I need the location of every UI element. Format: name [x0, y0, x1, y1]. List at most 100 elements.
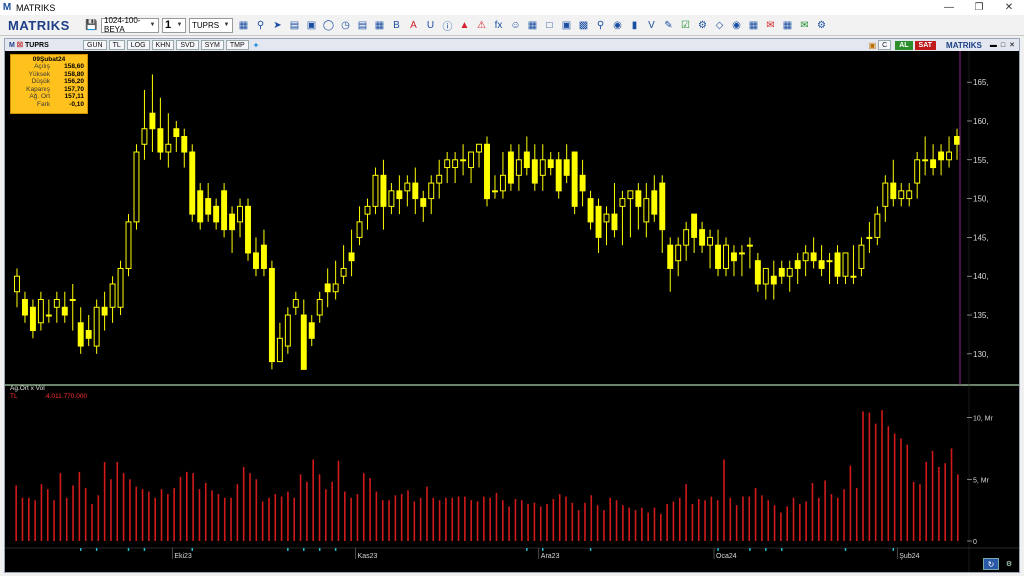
users-icon[interactable]: ☺: [508, 18, 523, 33]
chart-tab-tl[interactable]: TL: [108, 40, 125, 50]
edit-icon[interactable]: ✎: [661, 18, 676, 33]
maximize-chart-icon[interactable]: □: [1001, 42, 1005, 49]
layout-select[interactable]: 1024-100-BEYA ▼: [101, 16, 159, 34]
check-icon[interactable]: ☑: [678, 18, 693, 33]
minimize-chart-icon[interactable]: ▬: [990, 42, 997, 49]
candle-body: [181, 136, 188, 153]
clock-icon[interactable]: ◷: [338, 18, 353, 33]
candle-body: [603, 213, 610, 223]
candle-body: [221, 190, 228, 231]
order-icon[interactable]: ▮: [627, 18, 642, 33]
gear-icon[interactable]: ⚙: [814, 18, 829, 33]
chart-tab-khn[interactable]: KHN: [151, 40, 175, 50]
network-icon[interactable]: ◇: [712, 18, 727, 33]
calc-icon[interactable]: ▦: [780, 18, 795, 33]
image-icon[interactable]: ▦: [746, 18, 761, 33]
page-select-value: 1: [165, 19, 172, 31]
window-titlebar: M MATRIKS — ❐ ✕: [0, 0, 1024, 15]
calendar-icon[interactable]: ▦: [525, 18, 540, 33]
candle-body: [197, 190, 204, 223]
candle-body: [260, 244, 267, 269]
info-value: 157,70: [64, 85, 84, 93]
chart-tab-log[interactable]: LOG: [126, 40, 150, 50]
candle-body: [738, 252, 745, 255]
close-chart-window-icon[interactable]: ✕: [1009, 41, 1015, 49]
alert-icon[interactable]: ⚠: [474, 18, 489, 33]
search-icon[interactable]: ⚲: [593, 18, 608, 33]
window-icon[interactable]: □: [542, 18, 557, 33]
candle-body: [499, 174, 506, 192]
monitor-icon[interactable]: ▣: [304, 18, 319, 33]
info-icon[interactable]: ⓘ: [440, 18, 455, 33]
link-icon[interactable]: ↻: [983, 558, 999, 570]
info-row: Yüksek 158,80: [14, 71, 84, 79]
close-chart-icon[interactable]: ☒: [17, 42, 23, 49]
candle-body: [444, 159, 451, 169]
candle-body: [882, 182, 889, 207]
candle-body: [906, 190, 913, 200]
candle-body: [802, 252, 809, 262]
chart-window-icon: M: [9, 42, 15, 49]
candle-body: [547, 159, 554, 169]
money-icon[interactable]: ◉: [610, 18, 625, 33]
candle-body: [452, 159, 459, 169]
formula-icon[interactable]: fx: [491, 18, 506, 33]
save-icon[interactable]: ▦: [236, 18, 251, 33]
volume-icon[interactable]: V: [644, 18, 659, 33]
info-key: Ağ. Ort: [29, 93, 50, 101]
info-key: Düşük: [31, 78, 50, 86]
cursor-icon[interactable]: ➤: [270, 18, 285, 33]
news-icon[interactable]: ▤: [355, 18, 370, 33]
settings-icon[interactable]: ⚙: [695, 18, 710, 33]
candle-body: [858, 244, 865, 269]
candle-body: [149, 112, 156, 130]
chart-tab-tmp[interactable]: TMP: [225, 40, 249, 50]
lock-icon[interactable]: ▣: [869, 41, 877, 50]
candle-body: [340, 267, 347, 277]
chart-tab-svd[interactable]: SVD: [176, 40, 199, 50]
buy-button[interactable]: AL: [895, 40, 913, 50]
bold-icon[interactable]: B: [389, 18, 404, 33]
candle-body: [141, 128, 148, 145]
book-icon[interactable]: ▣: [559, 18, 574, 33]
chart-tab-sym[interactable]: SYM: [200, 40, 224, 50]
zoom-icon[interactable]: ⚲: [253, 18, 268, 33]
chart-plot-area[interactable]: 165, 160, 155, 150, 145, 140, 135, 130, 10, Mr 5,…: [5, 51, 1019, 572]
settings-small-icon[interactable]: ⚙: [1003, 559, 1015, 569]
price-axis-label: 155,: [973, 156, 989, 165]
candle-body: [946, 151, 953, 161]
candle-body: [14, 275, 20, 293]
eye-icon[interactable]: ◉: [729, 18, 744, 33]
mail-icon[interactable]: ✉: [763, 18, 778, 33]
info-rows: Açılış 158,60 Yüksek 158,80 Düşük 156,20 Kapan…: [14, 63, 84, 109]
chat-icon[interactable]: ✉: [797, 18, 812, 33]
underline-icon[interactable]: U: [423, 18, 438, 33]
candle-body: [45, 314, 52, 317]
candle-body: [571, 151, 578, 207]
symbol-select[interactable]: TUPRS ▼: [189, 17, 233, 33]
chart-tab-gun[interactable]: GUN: [83, 40, 107, 50]
candle-body: [388, 190, 395, 207]
copy-icon[interactable]: ▩: [576, 18, 591, 33]
text-icon[interactable]: A: [406, 18, 421, 33]
c-button[interactable]: C: [878, 40, 892, 50]
candle-body: [523, 151, 530, 169]
minimize-icon[interactable]: —: [934, 0, 964, 15]
chart-icon[interactable]: ▲: [457, 18, 472, 33]
page-select[interactable]: 1 ▼: [162, 17, 186, 33]
candle-body: [826, 260, 833, 263]
circle-icon[interactable]: ◯: [321, 18, 336, 33]
info-value: 158,80: [64, 70, 84, 78]
candle-body: [762, 267, 769, 285]
info-value: -0,10: [69, 100, 84, 108]
candle-body: [922, 159, 929, 162]
info-row: Düşük 156,20: [14, 78, 84, 86]
sell-button[interactable]: SAT: [914, 40, 937, 50]
info-key: Açılış: [34, 63, 50, 70]
save-icon[interactable]: 💾: [84, 18, 99, 33]
table-icon[interactable]: ▦: [372, 18, 387, 33]
close-icon[interactable]: ✕: [994, 0, 1024, 15]
restore-icon[interactable]: ❐: [964, 0, 994, 15]
chart-type-icon[interactable]: ▤: [287, 18, 302, 33]
twitter-icon[interactable]: ✦: [253, 41, 260, 50]
